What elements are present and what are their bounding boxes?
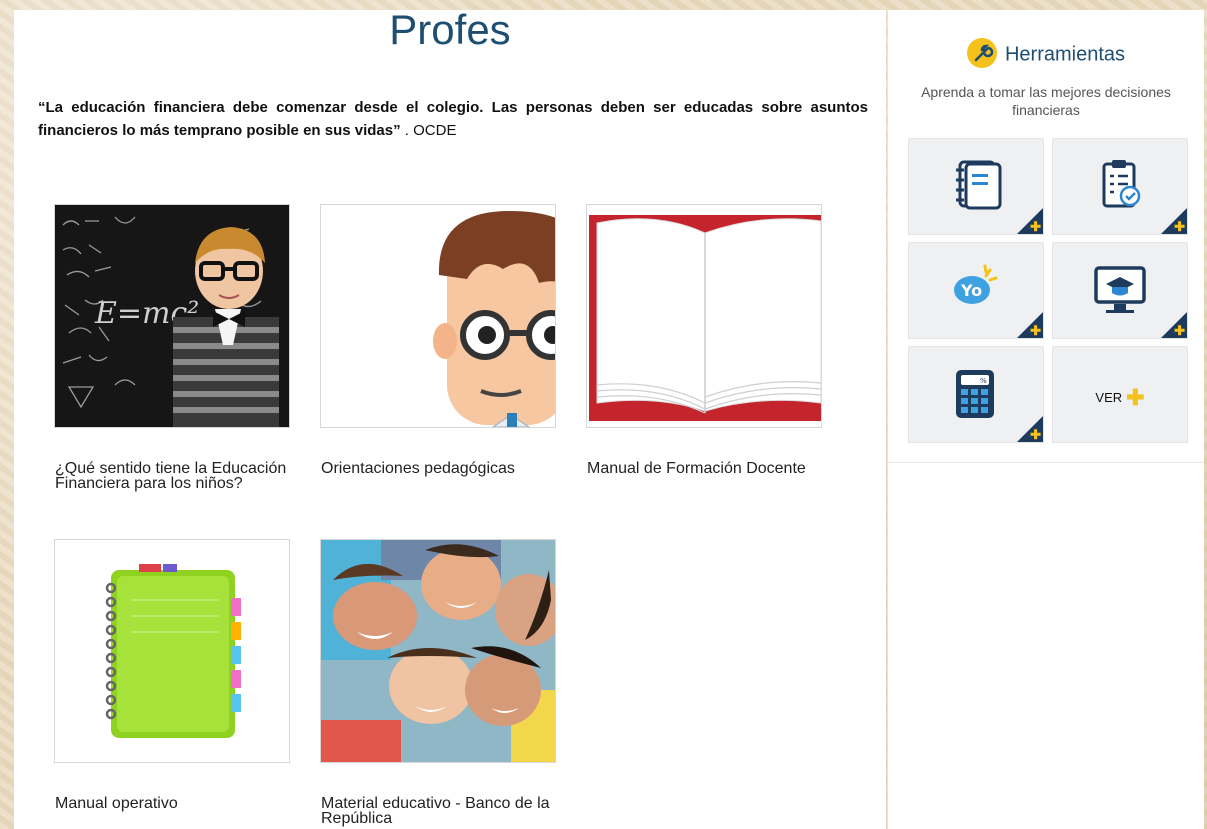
card-thumbnail[interactable] (54, 539, 290, 763)
plus-icon: ✚ (1174, 219, 1185, 234)
plus-icon: ✚ (1126, 385, 1145, 410)
graduation-screen-icon (1094, 266, 1146, 313)
plus-icon: ✚ (1030, 427, 1041, 442)
plus-icon: ✚ (1030, 323, 1041, 338)
resource-card[interactable]: Material educativo - Banco de la Repúbli… (320, 539, 556, 827)
resource-card[interactable]: Manual de Formación Docente (586, 204, 822, 477)
tool-tile[interactable]: ✚ (1052, 242, 1188, 339)
card-title[interactable]: Manual de Formación Docente (586, 461, 822, 477)
yo-badge-icon: Yo (954, 264, 998, 304)
sidebar: Herramientas Aprenda a tomar las mejores… (887, 10, 1204, 829)
card-thumbnail[interactable] (320, 539, 556, 763)
calculator-icon: % (956, 370, 994, 418)
notebook-icon (956, 160, 1002, 210)
sidebar-title: Herramientas (1004, 43, 1126, 66)
plus-icon: ✚ (1030, 219, 1041, 234)
page-title: Profes (389, 10, 511, 53)
card-title[interactable]: Material educativo - Banco de la Repúbli… (320, 796, 556, 827)
sidebar-subtitle: Aprenda a tomar las mejores decisiones f… (921, 84, 1171, 118)
svg-text:%: % (980, 377, 987, 385)
card-thumbnail[interactable] (586, 204, 822, 428)
svg-text:Yo: Yo (960, 281, 982, 300)
card-thumbnail[interactable]: E=mc² (54, 204, 290, 428)
sidebar-divider (888, 462, 1204, 463)
quote-source: . OCDE (400, 122, 457, 139)
tool-tile[interactable]: ✚ (908, 138, 1044, 235)
kids-circle-image (321, 540, 555, 762)
checklist-icon (1102, 160, 1141, 208)
quote-block: “La educación financiera debe comenzar d… (38, 96, 868, 142)
tool-tile[interactable]: % ✚ (908, 346, 1044, 443)
card-title[interactable]: ¿Qué sentido tiene la Educación Financie… (54, 461, 290, 492)
resource-card[interactable]: Orientaciones pedagógicas (320, 204, 556, 477)
resource-card[interactable]: E=mc² ¿Qué sentido tiene la Educación Fi… (54, 204, 290, 492)
open-book-image (587, 205, 821, 427)
ver-label[interactable]: VER (1095, 390, 1122, 405)
card-thumbnail[interactable] (320, 204, 556, 428)
tool-tile[interactable]: ✚ (1052, 138, 1188, 235)
cartoon-teacher-image (321, 205, 555, 427)
green-notebook-image (55, 540, 289, 762)
resource-card[interactable]: Manual operativo (54, 539, 290, 812)
boy-chalkboard-image: E=mc² (55, 205, 289, 427)
card-title[interactable]: Orientaciones pedagógicas (320, 461, 556, 477)
wrench-icon (966, 38, 997, 68)
plus-icon: ✚ (1174, 323, 1185, 338)
sidebar-header: Herramientas (888, 38, 1204, 70)
tool-tile[interactable]: Yo ✚ (908, 242, 1044, 339)
main-content: Profes “La educación financiera debe com… (14, 10, 886, 829)
ver-label-wrap[interactable]: VER ✚ (1053, 385, 1187, 411)
card-title[interactable]: Manual operativo (54, 796, 290, 812)
ver-more-button[interactable]: VER ✚ (1052, 346, 1188, 443)
